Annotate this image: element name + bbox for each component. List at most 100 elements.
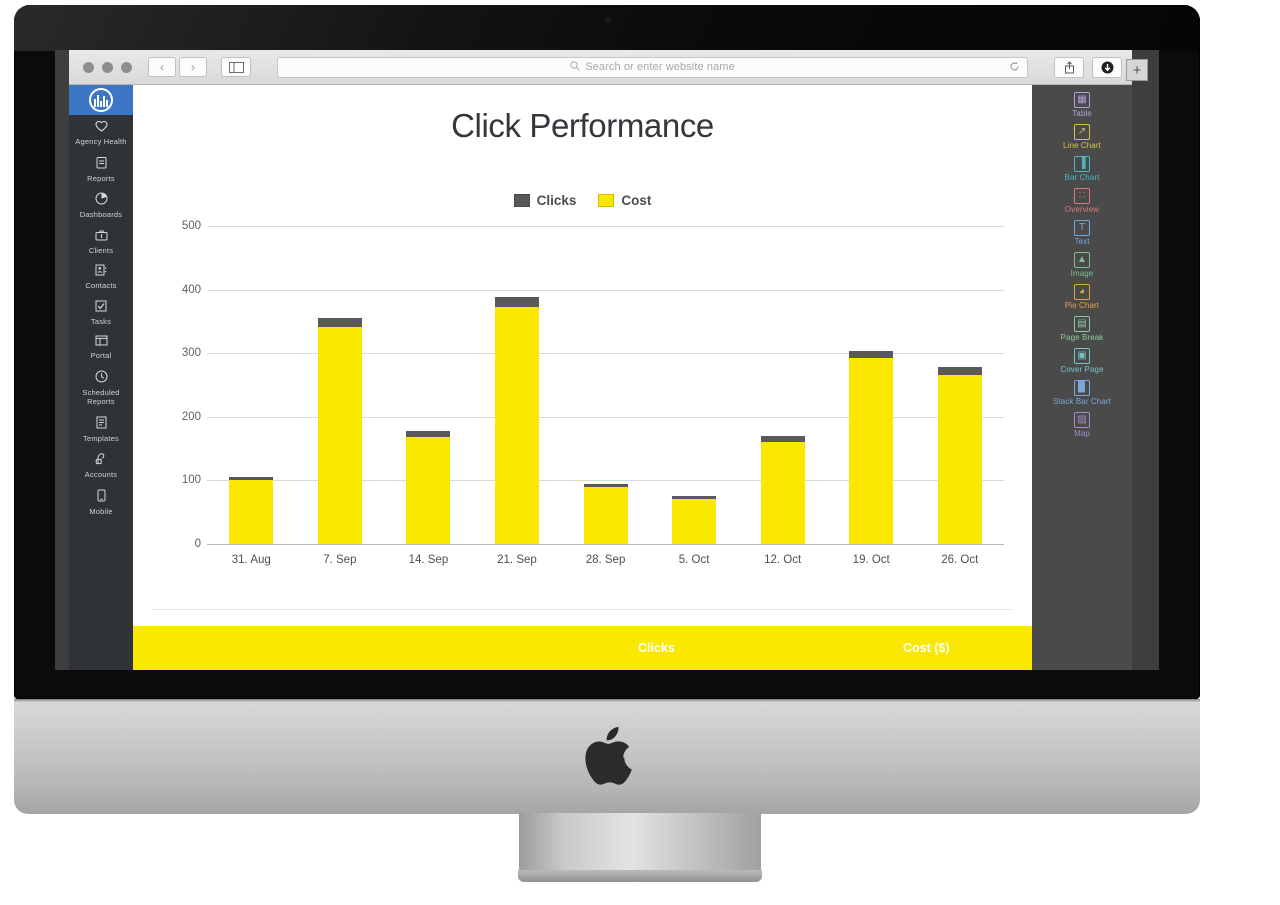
close-button[interactable] xyxy=(83,61,94,73)
minimize-button[interactable] xyxy=(102,61,113,73)
widget-image[interactable]: ▲ Image xyxy=(1032,249,1132,281)
y-axis-tick-0: 0 xyxy=(194,538,201,550)
sidebar-item-reports[interactable]: Reports xyxy=(69,151,133,188)
widget-line-chart[interactable]: ↗ Line Chart xyxy=(1032,121,1132,153)
widget-cover-page[interactable]: ▣ Cover Page xyxy=(1032,345,1132,377)
footer-clicks-label: Clicks xyxy=(638,641,675,655)
app-logo[interactable] xyxy=(69,85,133,115)
sidebar-item-dashboards[interactable]: Dashboards xyxy=(69,187,133,224)
sidebar-item-portal[interactable]: Portal xyxy=(69,330,133,365)
sidebar-item-clients[interactable]: Clients xyxy=(69,224,133,260)
address-bar[interactable]: Search or enter website name xyxy=(277,56,1028,78)
widget-bar-chart[interactable]: ▐ Bar Chart xyxy=(1032,153,1132,185)
bar-segment-clicks xyxy=(849,350,894,359)
bar-stack xyxy=(672,495,717,544)
widget-label: Table xyxy=(1072,109,1092,118)
maximize-button[interactable] xyxy=(121,61,132,73)
sidebar-item-label: Tasks xyxy=(90,316,112,326)
x-axis-tick: 5. Oct xyxy=(678,554,710,566)
tasks-icon xyxy=(95,300,107,315)
back-button[interactable]: ‹ xyxy=(148,57,176,77)
image-icon: ▲ xyxy=(1074,252,1090,268)
footer-divider xyxy=(153,609,1012,610)
imac-screen: ‹ › Search or enter website name + Agenc… xyxy=(55,50,1159,670)
mobile-icon xyxy=(97,489,106,505)
widget-overview[interactable]: ∷ Overview xyxy=(1032,185,1132,217)
x-axis-tick: 12. Oct xyxy=(764,554,802,566)
widget-table[interactable]: ▦ Table xyxy=(1032,89,1132,121)
bar-column[interactable] xyxy=(296,226,385,544)
footer-cost-label: Cost ($) xyxy=(903,641,950,655)
sidebar-item-templates[interactable]: Templates xyxy=(69,411,133,448)
widget-text[interactable]: T Text xyxy=(1032,217,1132,249)
widget-label: Page Break xyxy=(1060,333,1104,342)
bar-stack xyxy=(406,430,451,544)
app-shell: Agency Health Reports Dashboards Clients Con… xyxy=(69,85,1132,670)
bar-column[interactable] xyxy=(473,226,562,544)
legend-label: Clicks xyxy=(536,193,577,208)
sidebar-item-mobile[interactable]: Mobile xyxy=(69,484,133,521)
legend-item-clicks[interactable]: Clicks xyxy=(513,193,577,208)
widget-pie-chart[interactable]: ◕ Pie Chart xyxy=(1032,281,1132,313)
report-footer-bar: Clicks Cost ($) xyxy=(133,626,1032,670)
x-axis-tick: 21. Sep xyxy=(497,554,537,566)
widget-label: Cover Page xyxy=(1060,365,1104,374)
chart-plot-area: 0 100 200 300 400 500 31. Aug 7. Sep 14. Sep 21.… xyxy=(161,220,1004,566)
widget-label: Image xyxy=(1070,269,1094,278)
legend-label: Cost xyxy=(621,193,652,208)
forward-button[interactable]: › xyxy=(179,57,207,77)
sidebar-item-label: Portal xyxy=(90,351,112,360)
bar-stack xyxy=(849,350,894,544)
sidebar-item-tasks[interactable]: Tasks xyxy=(69,295,133,331)
imac-bezel-gloss xyxy=(14,5,1200,51)
bar-column[interactable] xyxy=(916,226,1005,544)
bar-segment-clicks xyxy=(937,367,982,375)
legend-item-cost[interactable]: Cost xyxy=(598,193,651,208)
widget-label: Pie Chart xyxy=(1064,301,1100,310)
bar-stack xyxy=(229,477,274,544)
reload-icon[interactable] xyxy=(1009,61,1020,74)
sidebar-item-contacts[interactable]: Contacts xyxy=(69,259,133,295)
sidebar-item-label: Scheduled Reports xyxy=(82,387,120,407)
sidebar-toggle-icon[interactable] xyxy=(221,57,251,77)
left-sidebar: Agency Health Reports Dashboards Clients Con… xyxy=(69,85,133,670)
bar-column[interactable] xyxy=(561,226,650,544)
chart-bars xyxy=(207,226,1004,544)
new-tab-button[interactable]: + xyxy=(1126,59,1148,81)
line-chart-icon: ↗ xyxy=(1074,124,1090,140)
bar-column[interactable] xyxy=(650,226,739,544)
window-traffic-lights[interactable] xyxy=(83,61,132,73)
toolbar-right-buttons[interactable] xyxy=(1054,56,1122,78)
widget-label: Map xyxy=(1074,429,1090,438)
bar-column[interactable] xyxy=(827,226,916,544)
sidebar-item-label: Agency Health xyxy=(75,137,127,146)
bar-chart-icon: ▐ xyxy=(1074,156,1090,172)
legend-swatch-clicks xyxy=(513,194,530,207)
share-icon[interactable] xyxy=(1054,56,1084,78)
widget-label: Stack Bar Chart xyxy=(1053,397,1111,406)
navigation-buttons[interactable]: ‹ › xyxy=(148,57,207,77)
widget-stack-bar-chart[interactable]: ▉ Stack Bar Chart xyxy=(1032,377,1132,409)
sidebar-item-accounts[interactable]: Accounts xyxy=(69,447,133,484)
browser-window: ‹ › Search or enter website name + Agenc… xyxy=(69,50,1148,670)
widget-map[interactable]: ▨ Map xyxy=(1032,409,1132,441)
sidebar-item-label: Dashboards xyxy=(79,210,123,219)
bar-column[interactable] xyxy=(738,226,827,544)
bar-segment-cost xyxy=(406,437,451,544)
scheduled-reports-icon xyxy=(95,370,108,386)
templates-icon xyxy=(96,416,107,432)
x-axis-tick: 28. Sep xyxy=(585,554,626,566)
bar-column[interactable] xyxy=(207,226,296,544)
imac-stand-neck xyxy=(519,813,761,875)
sidebar-item-scheduled-reports[interactable]: Scheduled Reports xyxy=(69,365,133,411)
widget-page-break[interactable]: ▤ Page Break xyxy=(1032,313,1132,345)
bar-column[interactable] xyxy=(384,226,473,544)
address-placeholder: Search or enter website name xyxy=(585,61,735,73)
portal-icon xyxy=(95,335,108,349)
bar-stack xyxy=(937,367,982,544)
bar-segment-cost xyxy=(760,442,805,544)
bar-segment-cost xyxy=(317,326,362,544)
downloads-icon[interactable] xyxy=(1092,56,1122,78)
widget-label: Text xyxy=(1074,237,1090,246)
sidebar-item-agency-health[interactable]: Agency Health xyxy=(69,115,133,151)
